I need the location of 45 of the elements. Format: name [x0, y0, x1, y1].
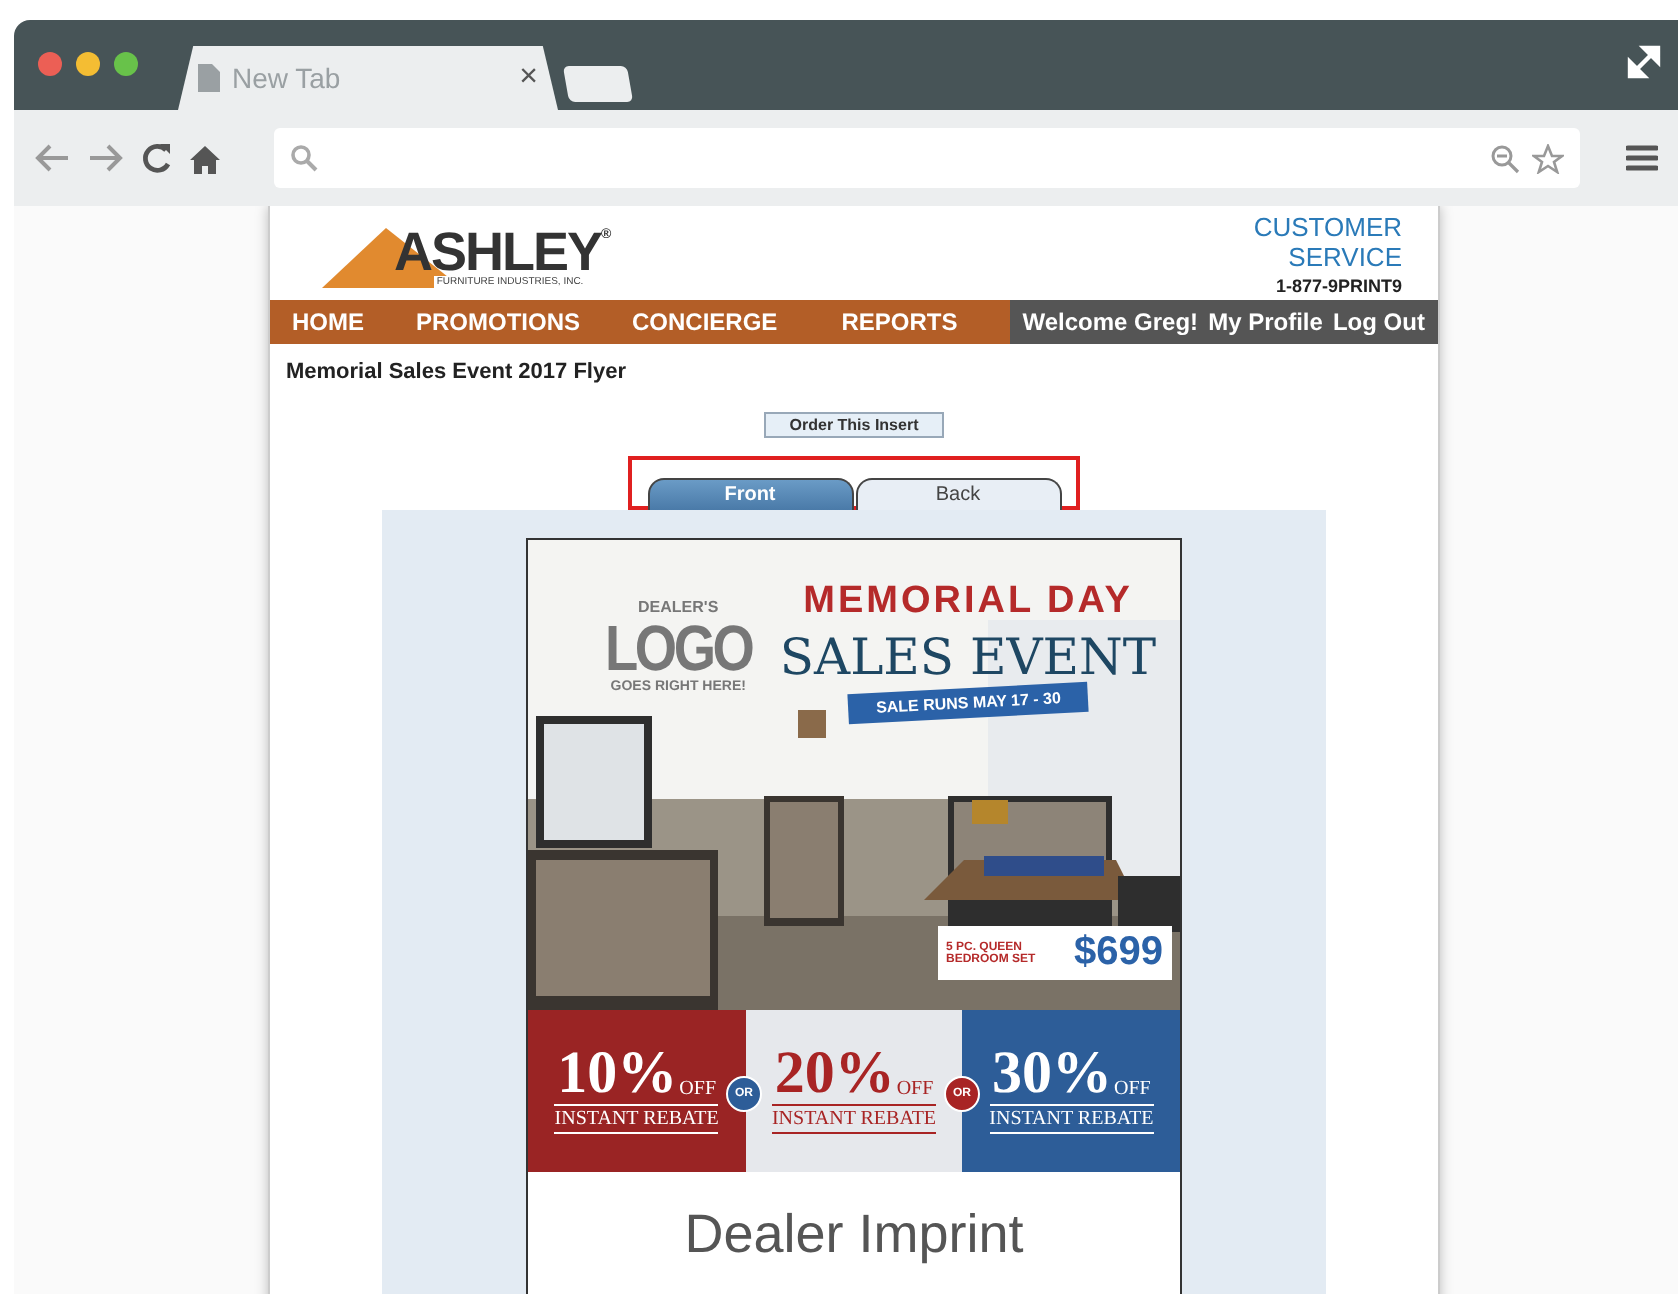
- dealer-imprint: Dealer Imprint: [682, 1204, 1026, 1266]
- nav-link[interactable]: REPORTS: [841, 308, 958, 336]
- close-window-icon[interactable]: [38, 51, 62, 75]
- close-tab-button[interactable]: ×: [519, 60, 538, 96]
- fullscreen-icon[interactable]: [1626, 44, 1662, 80]
- logo-placeholder-text: LOGO: [604, 616, 752, 680]
- nav-link[interactable]: HOME: [292, 308, 364, 336]
- tab-title: New Tab: [232, 62, 343, 94]
- view-tab[interactable]: Back: [855, 478, 1061, 510]
- customer-service-label: CUSTOMER SERVICE: [1251, 211, 1402, 271]
- new-tab-button[interactable]: [562, 66, 634, 102]
- flyer-headline: MEMORIAL DAY: [803, 580, 1133, 624]
- logo-hint-text: DEALER'S: [638, 600, 719, 616]
- order-insert-button[interactable]: Order This Insert: [763, 412, 945, 438]
- rebate-label: INSTANT REBATE: [989, 1104, 1154, 1135]
- view-tab[interactable]: Front: [647, 478, 853, 510]
- product-price: $699: [1074, 930, 1163, 976]
- rebate-label: INSTANT REBATE: [554, 1104, 719, 1135]
- rebate-off: OFF: [1114, 1081, 1151, 1099]
- menu-icon[interactable]: [1626, 144, 1658, 172]
- rebate-percent: 20%: [774, 1047, 895, 1099]
- page-title: Memorial Sales Event 2017 Flyer: [284, 358, 628, 384]
- nav-link[interactable]: PROMOTIONS: [416, 308, 581, 336]
- document-icon: [198, 64, 220, 92]
- back-icon[interactable]: [34, 142, 70, 174]
- flyer-headline: SALES EVENT: [779, 628, 1157, 686]
- search-icon: [290, 144, 318, 172]
- user-nav-link[interactable]: My Profile: [1208, 308, 1323, 336]
- star-icon[interactable]: [1532, 143, 1564, 173]
- user-nav-link[interactable]: Log Out: [1332, 308, 1425, 336]
- rebate-percent: 10%: [557, 1047, 678, 1099]
- minimize-window-icon[interactable]: [76, 51, 100, 75]
- browser-tab[interactable]: New Tab ×: [178, 46, 558, 110]
- zoom-out-icon[interactable]: [1490, 143, 1520, 173]
- rebate-percent: 30%: [992, 1047, 1112, 1099]
- welcome-text[interactable]: Welcome Greg!: [1022, 308, 1199, 336]
- forward-icon[interactable]: [88, 142, 124, 174]
- reload-icon[interactable]: [142, 142, 172, 174]
- nav-link[interactable]: CONCIERGE: [632, 308, 778, 336]
- rebate-label: INSTANT REBATE: [771, 1104, 937, 1135]
- maximize-window-icon[interactable]: [114, 51, 138, 75]
- phone-number: 1-877-9PRINT9: [1275, 275, 1402, 295]
- home-icon[interactable]: [190, 143, 220, 173]
- rebate-off: OFF: [679, 1081, 717, 1099]
- rebate-off: OFF: [896, 1081, 934, 1099]
